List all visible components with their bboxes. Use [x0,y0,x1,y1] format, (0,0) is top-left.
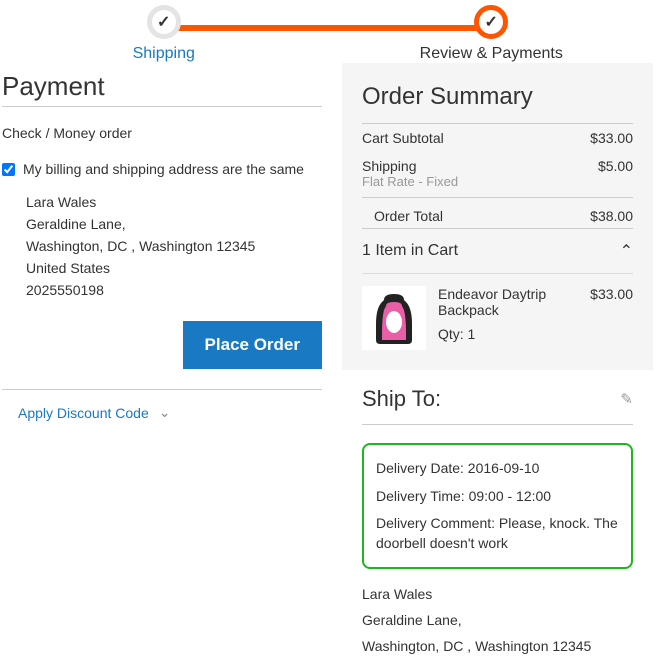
product-thumbnail [362,286,426,350]
billing-same-checkbox[interactable] [2,163,15,176]
chevron-up-icon: ⌃ [620,241,633,261]
divider [2,389,322,390]
shipping-label: Shipping [362,158,417,174]
total-label: Order Total [374,208,443,224]
subtotal-row: Cart Subtotal $33.00 [362,123,633,152]
delivery-date: Delivery Date: 2016-09-10 [376,455,619,483]
billing-same-label: My billing and shipping address are the … [23,161,304,177]
address-street: Geraldine Lane, [2,213,322,235]
subtotal-value: $33.00 [590,130,633,146]
address-country: United States [2,257,322,279]
progress-bar [164,25,492,31]
total-value: $38.00 [590,208,633,224]
items-count: 1 Item in Cart [362,242,458,260]
step-shipping[interactable]: ✓ Shipping [0,5,328,63]
billing-same-row[interactable]: My billing and shipping address are the … [2,161,322,177]
step-review-circle: ✓ [474,5,508,39]
backpack-icon [370,290,418,346]
item-qty: Qty: 1 [438,326,584,342]
address-phone: 2025550198 [2,279,322,301]
shipping-method: Flat Rate - Fixed [362,174,633,197]
summary-title: Order Summary [362,83,633,111]
check-icon: ✓ [485,12,498,32]
shipto-address: Lara Wales Geraldine Lane, Washington, D… [362,581,633,659]
page-title: Payment [2,71,322,102]
shipping-row: Shipping $5.00 [362,152,633,174]
place-order-button[interactable]: Place Order [183,321,322,369]
shipping-value: $5.00 [598,158,633,174]
ship-to-section: Ship To: ✎ Delivery Date: 2016-09-10 Del… [342,370,653,659]
apply-discount-toggle[interactable]: Apply Discount Code ⌄ [2,404,322,421]
edit-icon[interactable]: ✎ [620,390,633,408]
shipto-city: Washington, DC , Washington 12345 [362,633,633,659]
discount-label: Apply Discount Code [18,405,149,421]
step-review-label: Review & Payments [328,45,655,63]
checkout-progress: ✓ Shipping ✓ Review & Payments [0,0,655,63]
order-total-row: Order Total $38.00 [362,197,633,228]
billing-address: Lara Wales Geraldine Lane, Washington, D… [2,191,322,301]
step-shipping-label[interactable]: Shipping [0,45,328,63]
address-name: Lara Wales [2,191,322,213]
chevron-down-icon: ⌄ [159,404,171,421]
item-price: $33.00 [590,286,633,350]
cart-items-toggle[interactable]: 1 Item in Cart ⌃ [362,228,633,273]
payment-method-label: Check / Money order [2,125,322,141]
divider [2,106,322,107]
check-icon: ✓ [157,12,170,32]
step-review: ✓ Review & Payments [328,5,655,63]
shipto-title: Ship To: [362,386,441,412]
step-shipping-circle: ✓ [147,5,181,39]
delivery-info-box: Delivery Date: 2016-09-10 Delivery Time:… [362,443,633,569]
shipto-street: Geraldine Lane, [362,607,633,633]
delivery-comment: Delivery Comment: Please, knock. The doo… [376,510,619,557]
shipto-name: Lara Wales [362,581,633,607]
item-name: Endeavor Daytrip Backpack [438,286,584,318]
delivery-time: Delivery Time: 09:00 - 12:00 [376,483,619,511]
order-summary: Order Summary Cart Subtotal $33.00 Shipp… [342,63,653,370]
address-city: Washington, DC , Washington 12345 [2,235,322,257]
cart-item: Endeavor Daytrip Backpack Qty: 1 $33.00 [362,273,633,350]
subtotal-label: Cart Subtotal [362,130,444,146]
